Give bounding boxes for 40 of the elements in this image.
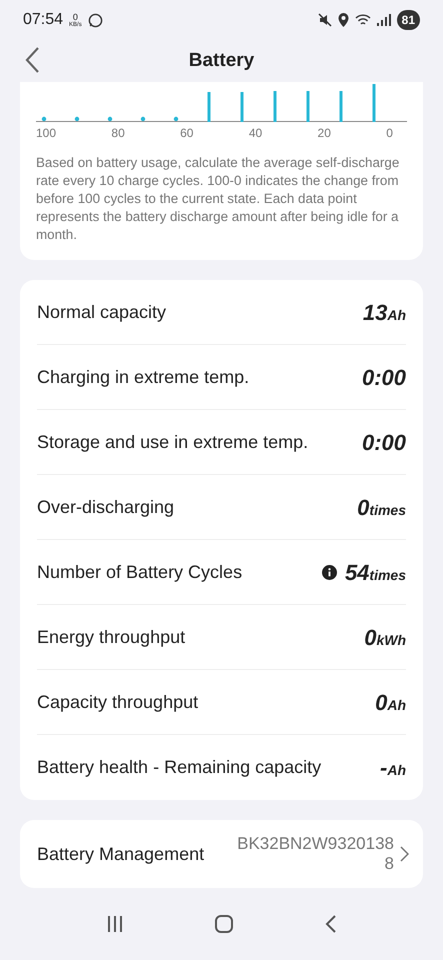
axis-label: 60 xyxy=(180,125,194,142)
page-title: Battery xyxy=(188,48,254,73)
metric-label: Storage and use in extreme temp. xyxy=(37,430,308,454)
back-icon[interactable] xyxy=(325,915,338,933)
back-button[interactable] xyxy=(24,46,40,74)
metric-value: 0Ah xyxy=(375,688,406,716)
metric-value: 54times xyxy=(344,558,406,586)
network-speed-value: 0 xyxy=(72,12,78,22)
metric-label: Over-discharging xyxy=(37,496,174,519)
metric-label: Energy throughput xyxy=(37,626,186,649)
axis-label: 40 xyxy=(248,125,262,142)
axis-label: 20 xyxy=(318,125,331,142)
metric-value: 13Ah xyxy=(362,298,406,326)
mute-icon xyxy=(318,13,332,27)
metric-value: 0:00 xyxy=(362,428,406,456)
metric-label: Number of Battery Cycles xyxy=(37,560,242,584)
metric-value: 0kWh xyxy=(364,624,406,652)
axis-label: 100 xyxy=(36,125,56,142)
info-icon[interactable] xyxy=(322,564,337,580)
signal-icon xyxy=(376,14,391,26)
metric-value: 0times xyxy=(357,494,406,522)
metric-label: Capacity throughput xyxy=(37,690,198,714)
serial-number: BK32BN2W93201388 xyxy=(236,834,394,874)
metric-label: Battery health - Remaining capacity xyxy=(37,756,322,779)
location-icon xyxy=(338,13,349,27)
recent-apps-icon[interactable] xyxy=(106,915,124,933)
status-time: 07:54 xyxy=(23,10,64,30)
chevron-right-icon xyxy=(400,846,409,862)
wifi-icon xyxy=(354,14,371,26)
home-icon[interactable] xyxy=(215,915,234,933)
metric-label: Normal capacity xyxy=(37,300,166,324)
axis-label: 0 xyxy=(386,125,393,142)
chart-description: Based on battery usage, calculate the average self-discharge rate every 10 charge cycles. 100-0 indicates the change from before 100 cycles to the current state. Each data point represents the battery discharge amount after being idle for a month. xyxy=(36,154,400,244)
chat-icon xyxy=(88,12,103,28)
battery-management-row[interactable]: Battery Management BK32BN2W93201388 xyxy=(20,820,423,888)
metric-label: Charging in extreme temp. xyxy=(37,366,250,389)
metric-value: 0:00 xyxy=(362,364,406,392)
axis-label: 80 xyxy=(111,125,125,142)
battery-level: 81 xyxy=(396,10,420,30)
metric-value: -Ah xyxy=(380,754,406,782)
